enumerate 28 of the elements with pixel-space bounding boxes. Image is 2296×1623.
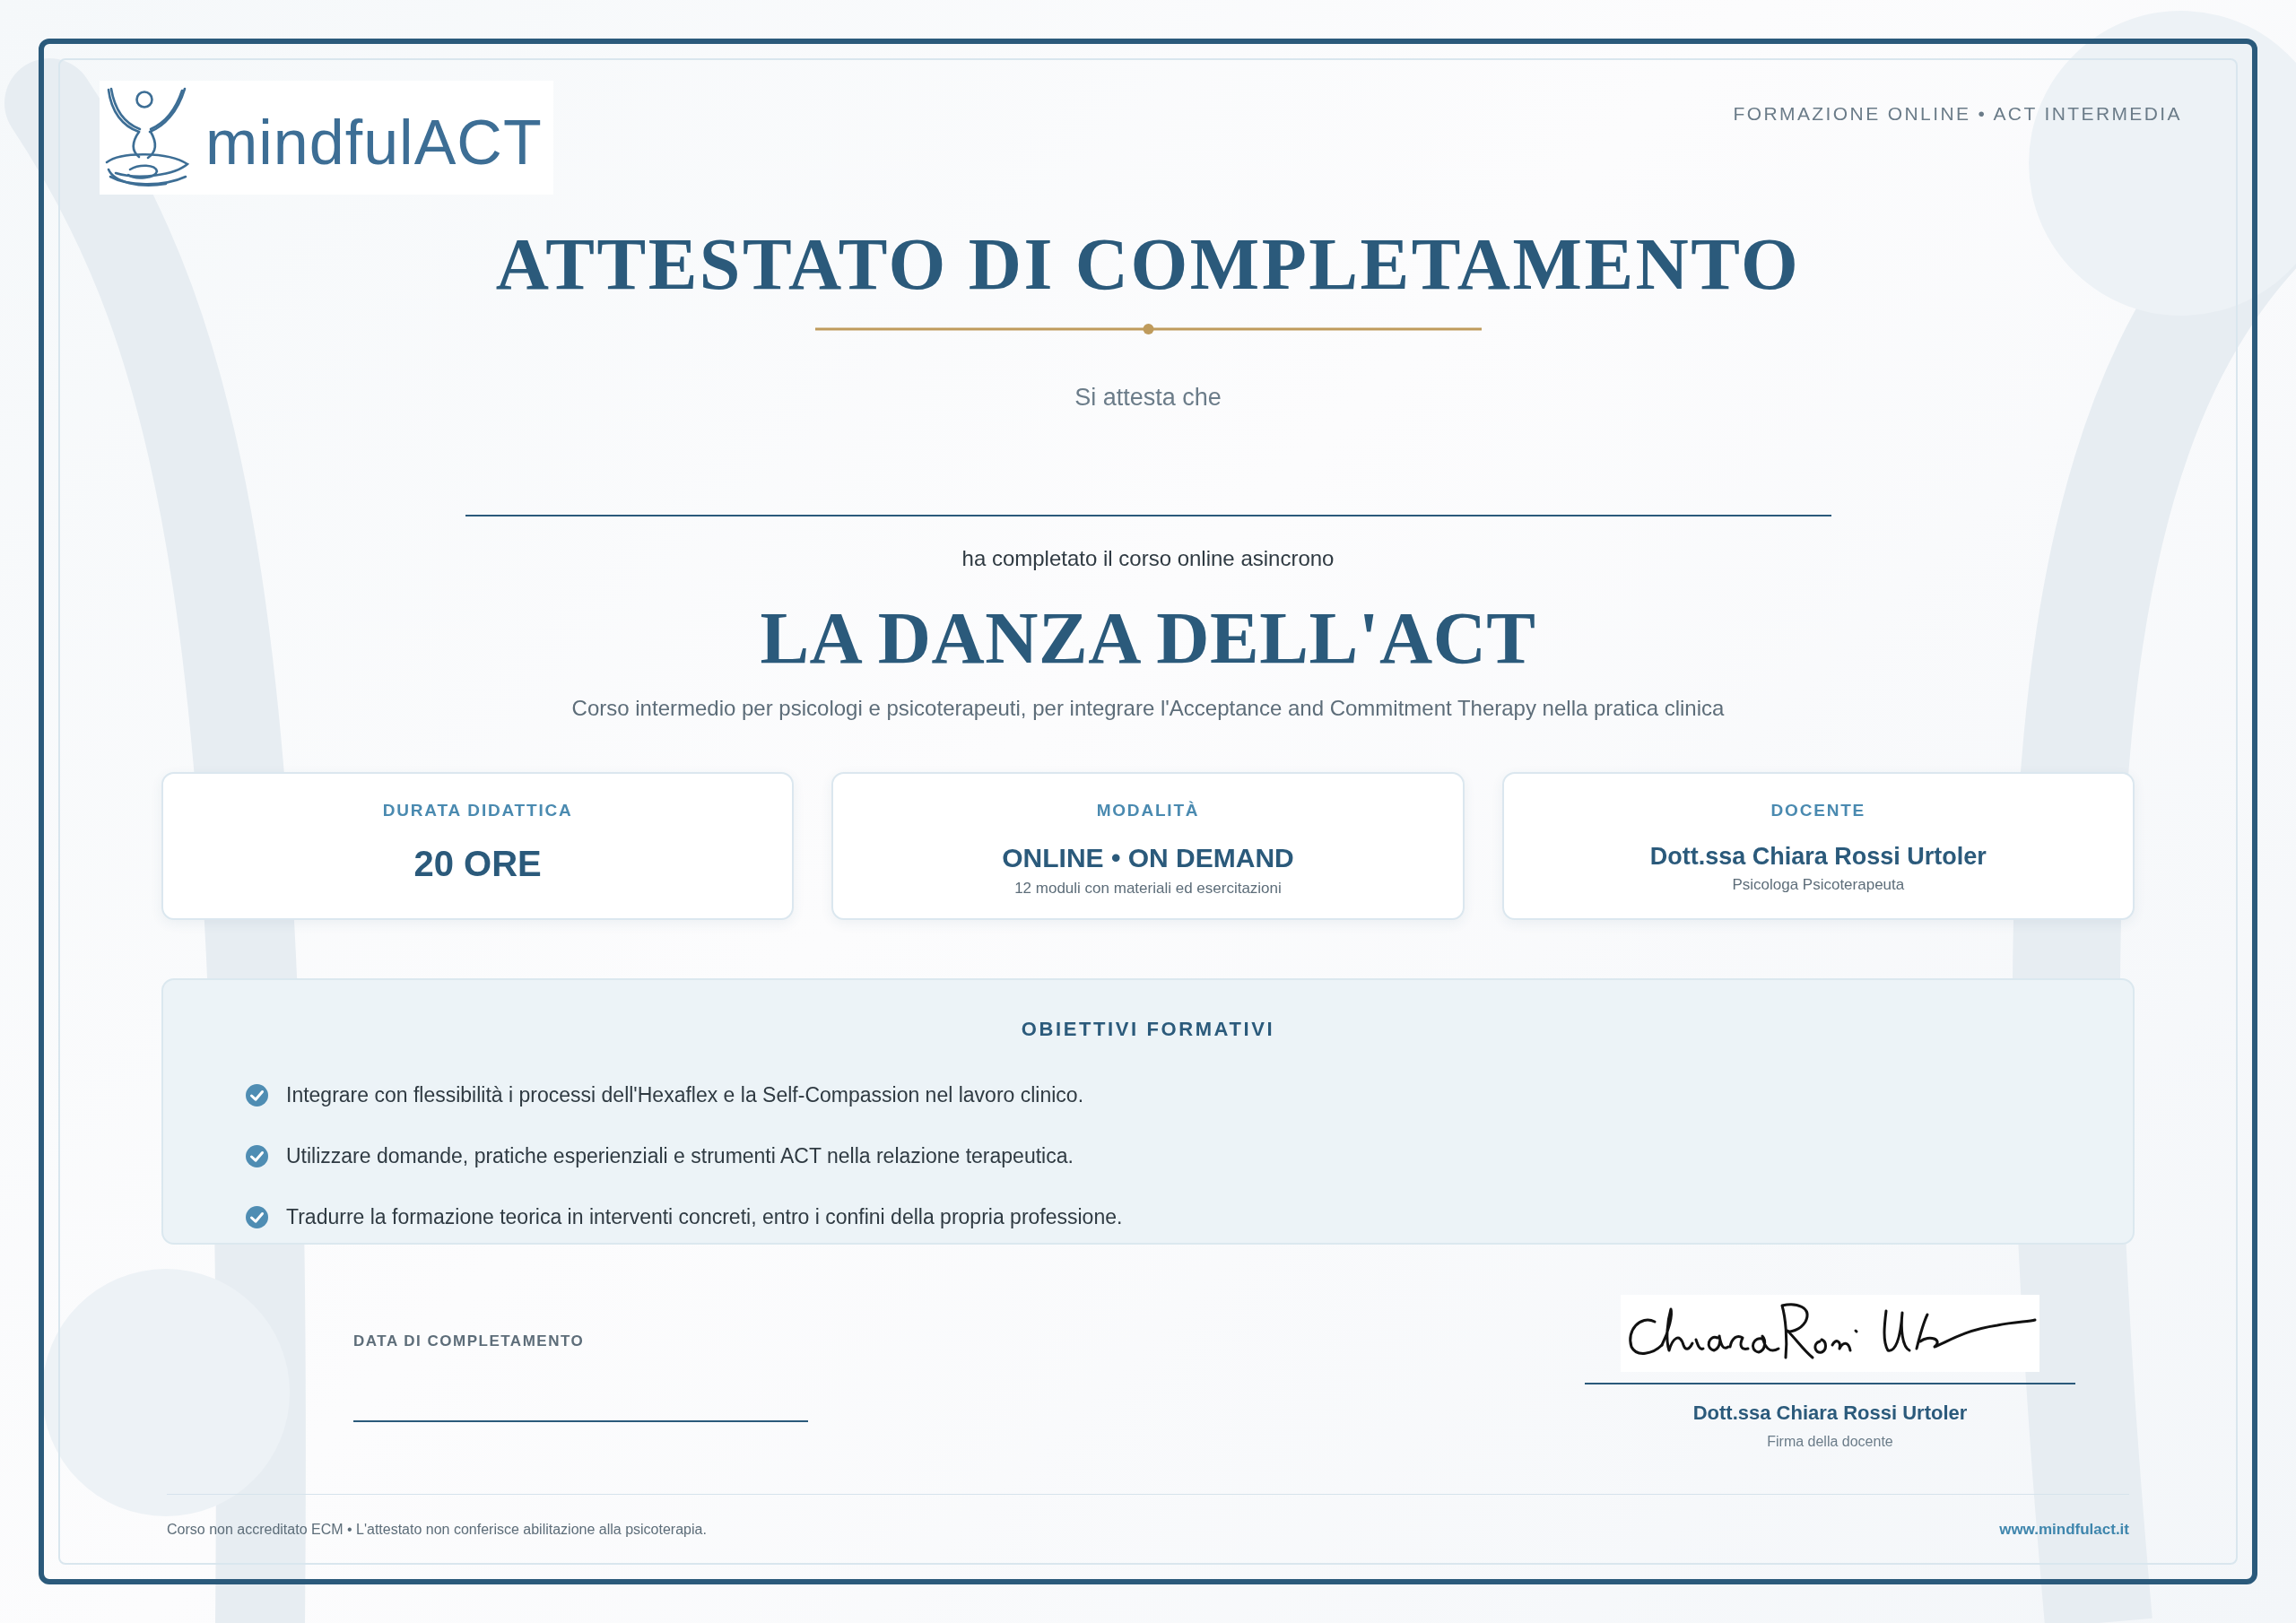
website-link[interactable]: www.mindfulact.it [1999,1521,2129,1538]
signature-caption: Firma della docente [1767,1433,1893,1450]
brand-name: mindfulACT [205,110,543,174]
info-card-label: MODALITÀ [1096,800,1200,820]
objective-text: Utilizzare domande, pratiche esperienziali e strumenti ACT nella relazione terapeutica. [286,1143,1074,1168]
info-card-label: DOCENTE [1770,800,1866,820]
header-tagline: FORMAZIONE ONLINE • ACT INTERMEDIA [1733,102,2182,125]
meditating-figure-icon [103,86,190,189]
intro-text: Si attesta che [1074,383,1222,412]
check-circle-icon [246,1144,268,1167]
signatory-name: Dott.ssa Chiara Rossi Urtoler [1692,1402,1968,1425]
check-circle-icon [246,1205,268,1228]
footer-disclaimer: Corso non accreditato ECM • L'attestato non conferisce abilitazione alla psicoterapia. [167,1521,707,1538]
check-circle-icon [246,1083,268,1107]
course-description: Corso intermedio per psicologi e psicoterapeuti, per integrare l'Acceptance and Commitment Therapy nella pratica clinica [571,695,1725,721]
objective-text: Integrare con flessibilità i processi dell'Hexaflex e la Self-Compassion nel lavoro clinico. [286,1082,1084,1107]
certificate-title: ATTESTATO DI COMPLETAMENTO [495,228,1801,301]
completion-text: ha completato il corso online asincrono [961,545,1335,571]
course-title: LA DANZA DELL'ACT [760,602,1536,675]
objectives-title: OBIETTIVI FORMATIVI [1020,1018,1276,1041]
info-card-note: 12 moduli con materiali ed esercitazioni [1014,880,1282,898]
date-label: DATA DI COMPLETAMENTO [353,1332,586,1350]
info-card-value: ONLINE • ON DEMAND [1002,842,1294,874]
info-card-note: Psicologa Psicoterapeuta [1732,876,1905,895]
info-card-label: DURATA DIDATTICA [382,800,573,820]
info-card-value: 20 ORE [413,843,542,885]
info-card-value: Dott.ssa Chiara Rossi Urtoler [1649,842,1987,872]
objective-text: Tradurre la formazione teorica in interventi concreti, entro i confini della propria professione. [286,1204,1123,1229]
